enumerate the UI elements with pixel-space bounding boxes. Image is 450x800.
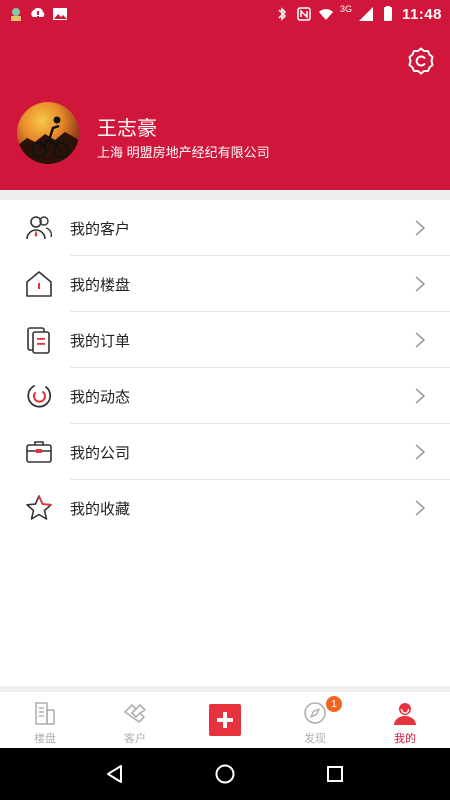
menu-item-customers[interactable]: 我的客户 xyxy=(0,200,450,256)
tab-add[interactable] xyxy=(180,692,270,748)
chevron-right-icon xyxy=(415,444,426,460)
add-icon xyxy=(217,712,233,728)
notification-badge: 1 xyxy=(326,696,342,712)
nfc-icon xyxy=(297,7,311,21)
house-icon xyxy=(24,269,54,299)
clock: 11:48 xyxy=(401,5,442,23)
tab-label: 我的 xyxy=(394,733,416,745)
profile-header: 王志豪 上海 明盟房地产经纪有限公司 xyxy=(0,28,450,190)
tab-label: 楼盘 xyxy=(34,733,56,745)
recents-square-icon xyxy=(327,766,343,782)
menu-item-label: 我的客户 xyxy=(70,220,131,238)
menu-item-activity[interactable]: 我的动态 xyxy=(0,368,450,424)
chevron-right-icon xyxy=(415,220,426,236)
system-navigation-bar xyxy=(0,748,450,800)
menu-item-favorites[interactable]: 我的收藏 xyxy=(0,480,450,536)
star-icon xyxy=(24,493,54,523)
notification-icons xyxy=(8,6,68,22)
user-name: 王志豪 xyxy=(97,118,157,140)
tab-me[interactable]: 我的 xyxy=(360,692,450,748)
menu-item-company[interactable]: 我的公司 xyxy=(0,424,450,480)
back-button[interactable] xyxy=(100,759,130,789)
menu-item-label: 我的动态 xyxy=(70,388,131,406)
home-button[interactable] xyxy=(210,759,240,789)
briefcase-icon xyxy=(24,437,54,467)
building-icon xyxy=(32,700,58,726)
status-bar: 3G 11:48 xyxy=(0,0,450,28)
bottom-tab-bar: 楼盘 客户 1 发现 我的 xyxy=(0,692,450,748)
network-type-label: 3G xyxy=(339,4,352,14)
add-button[interactable] xyxy=(209,704,241,736)
menu-item-properties[interactable]: 我的楼盘 xyxy=(0,256,450,312)
chevron-right-icon xyxy=(415,332,426,348)
customers-icon xyxy=(24,213,54,243)
menu-item-label: 我的订单 xyxy=(70,332,131,350)
compass-icon xyxy=(302,700,328,726)
activity-icon xyxy=(24,381,54,411)
tab-label: 客户 xyxy=(124,733,146,745)
profile-menu: 我的客户 我的楼盘 我的订单 我的动态 我的公司 我的收藏 xyxy=(0,200,450,536)
back-triangle-icon xyxy=(107,765,122,783)
menu-item-label: 我的公司 xyxy=(70,444,131,462)
settings-button[interactable] xyxy=(406,46,436,76)
tab-discover[interactable]: 1 发现 xyxy=(270,692,360,748)
signal-icon xyxy=(358,7,373,21)
wifi-icon xyxy=(318,9,333,20)
profile-screen: 3G 11:48 王志豪 上海 明盟房地产经纪有限公司 我的客户 我的楼盘 我的… xyxy=(0,0,450,800)
tab-label: 发现 xyxy=(304,733,326,745)
system-status: 3G 11:48 xyxy=(274,4,442,23)
tab-customers[interactable]: 客户 xyxy=(90,692,180,748)
settings-gear-icon xyxy=(408,47,434,75)
avatar[interactable] xyxy=(17,102,79,164)
menu-item-label: 我的楼盘 xyxy=(70,276,131,294)
tab-properties[interactable]: 楼盘 xyxy=(0,692,90,748)
recents-button[interactable] xyxy=(320,759,350,789)
menu-item-label: 我的收藏 xyxy=(70,500,131,518)
handshake-icon xyxy=(122,700,148,726)
section-divider xyxy=(0,190,450,200)
avatar-cyclist-icon xyxy=(17,116,79,164)
download-alert-icon xyxy=(31,7,45,18)
battery-icon xyxy=(383,6,392,21)
bluetooth-icon xyxy=(278,7,286,21)
user-company: 上海 明盟房地产经纪有限公司 xyxy=(97,145,270,160)
image-icon xyxy=(53,8,67,20)
profile-icon xyxy=(392,700,418,726)
app-notification-icon xyxy=(11,8,21,21)
order-icon xyxy=(24,325,54,355)
chevron-right-icon xyxy=(415,388,426,404)
home-circle-icon xyxy=(215,764,235,784)
menu-item-orders[interactable]: 我的订单 xyxy=(0,312,450,368)
chevron-right-icon xyxy=(415,276,426,292)
chevron-right-icon xyxy=(415,500,426,516)
